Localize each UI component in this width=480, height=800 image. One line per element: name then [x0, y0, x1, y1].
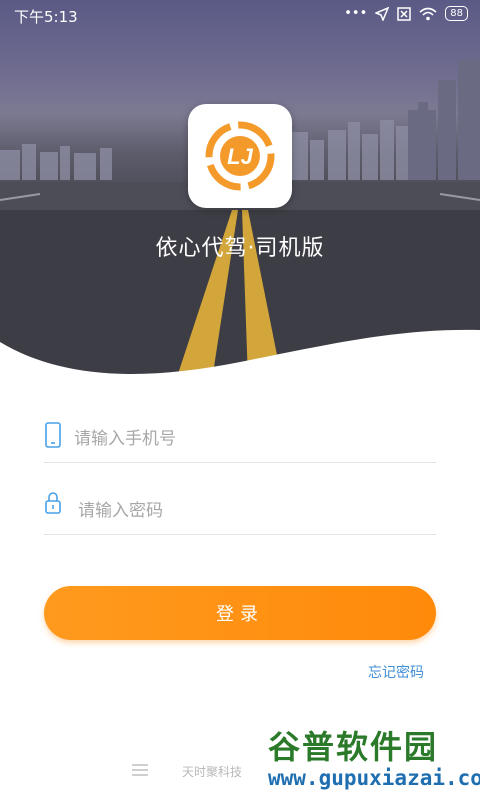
status-bar: 下午5:13 ••• 88 [0, 0, 480, 30]
site-watermark: 谷普软件园 www.gupuxiazai.com [262, 722, 480, 800]
status-time: 下午5:13 [14, 8, 78, 26]
password-input[interactable]: 请输入密码 [78, 496, 163, 521]
watermark-title: 谷普软件园 [268, 728, 439, 766]
wifi-icon [419, 7, 437, 20]
login-button[interactable]: 登录 [44, 586, 436, 640]
phone-input[interactable]: 请输入手机号 [74, 424, 176, 449]
phone-icon [45, 422, 61, 448]
wave-divider [0, 329, 480, 390]
menu-icon [132, 764, 148, 776]
company-name: 天时聚科技 [182, 765, 243, 779]
more-dots: ••• [344, 6, 368, 21]
battery-icon: 88 [445, 6, 468, 21]
password-field[interactable]: 请输入密码 [44, 476, 436, 535]
logo-text: LJ [227, 144, 253, 169]
logo-mark: LJ [205, 121, 275, 191]
watermark-url: www.gupuxiazai.com [268, 766, 480, 790]
app-logo: LJ [188, 104, 292, 208]
app-title: 依心代驾·司机版 [155, 236, 325, 261]
lock-icon [45, 492, 61, 514]
forgot-password-link[interactable]: 忘记密码 [368, 662, 424, 682]
sim-icon [397, 6, 412, 21]
status-icons: ••• 88 [344, 6, 468, 21]
location-icon [375, 6, 390, 21]
phone-field[interactable]: 请输入手机号 [44, 404, 436, 463]
